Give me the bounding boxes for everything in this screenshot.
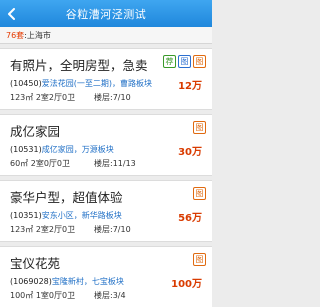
listing-location-line: (10351)安东小区，新华路板块 [10,210,122,221]
chevron-left-icon[interactable] [3,5,21,22]
listing-title: 豪华户型，超值体验 [10,190,123,205]
listing-area: 123㎡ [10,225,34,234]
page-title: 谷粒漕河泾测试 [65,7,147,21]
listing-price: 30万 [178,147,202,158]
listing-card[interactable]: 宝仪花苑 图 (1069028)宝隆新村，七宝板块 100万 100㎡ 1室0厅0卫 楼层… [0,246,212,307]
listing-tag-badge: 图 [193,253,206,266]
listing-location[interactable]: 宝隆新村，七宝板块 [52,277,124,286]
listing-title: 宝仪花苑 [10,256,61,271]
result-summary: 76套:上海市 [0,27,212,44]
listing-details-line: 123㎡ 2室2厅0卫 楼层:7/10 [10,224,131,235]
listing-tags: 图 [193,121,206,134]
listing-layout: 2室2厅0卫 [35,93,76,102]
listing-code: (10531) [10,145,42,154]
listing-layout: 2室2厅0卫 [35,225,76,234]
listing-code: (10351) [10,211,42,220]
listing-tag-badge: 图 [193,55,206,68]
listing-floor: 楼层:7/10 [94,225,131,234]
listing-location[interactable]: 爱法花园(一至二期)，曹路板块 [42,79,152,88]
listing-card[interactable]: 成亿家园 图 (10531)成亿家园，万源板块 30万 60㎡ 2室0厅0卫 楼层:11/… [0,114,212,176]
listing-card[interactable]: 豪华户型，超值体验 图 (10351)安东小区，新华路板块 56万 123㎡ 2室2厅0… [0,180,212,242]
listing-tags: 图 [193,253,206,266]
listing-price: 100万 [171,279,202,290]
listing-floor: 楼层:3/4 [94,291,126,300]
listing-area: 123㎡ [10,93,34,102]
listing-layout: 2室0厅0卫 [30,159,71,168]
listing-location-line: (1069028)宝隆新村，七宝板块 [10,276,124,287]
listing-price: 12万 [178,81,202,92]
listing-price: 56万 [178,213,202,224]
listing-tag-badge: 荐 [163,55,176,68]
city-name: 上海市 [26,31,51,40]
listing-location-line: (10450)爱法花园(一至二期)，曹路板块 [10,78,152,89]
listing-floor: 楼层:7/10 [94,93,131,102]
listing-details-line: 60㎡ 2室0厅0卫 楼层:11/13 [10,158,136,169]
listing-tag-badge: 图 [193,121,206,134]
listing-location[interactable]: 成亿家园，万源板块 [42,145,114,154]
listing-code: (10450) [10,79,42,88]
result-count: 76套 [6,31,25,40]
listing-code: (1069028) [10,277,52,286]
listing-tag-badge: 图 [193,187,206,200]
listing-title: 成亿家园 [10,124,61,139]
listing-title: 有照片，全明房型，急卖 [10,58,148,73]
app-header: 谷粒漕河泾测试 [0,0,212,27]
listing-tags: 图 [193,187,206,200]
listing-location-line: (10531)成亿家园，万源板块 [10,144,114,155]
listing-area: 100㎡ [10,291,34,300]
listing-area: 60㎡ [10,159,29,168]
listing-details-line: 100㎡ 1室0厅0卫 楼层:3/4 [10,290,126,301]
listing-tags: 荐图图 [163,55,206,68]
listing-tag-badge: 图 [178,55,191,68]
listing-location[interactable]: 安东小区，新华路板块 [42,211,122,220]
listing-card[interactable]: 有照片，全明房型，急卖荐图图 (10450)爱法花园(一至二期)，曹路板块 12万 1… [0,48,212,110]
listing-details-line: 123㎡ 2室2厅0卫 楼层:7/10 [10,92,131,103]
listing-layout: 1室0厅0卫 [35,291,76,300]
listing-floor: 楼层:11/13 [94,159,136,168]
